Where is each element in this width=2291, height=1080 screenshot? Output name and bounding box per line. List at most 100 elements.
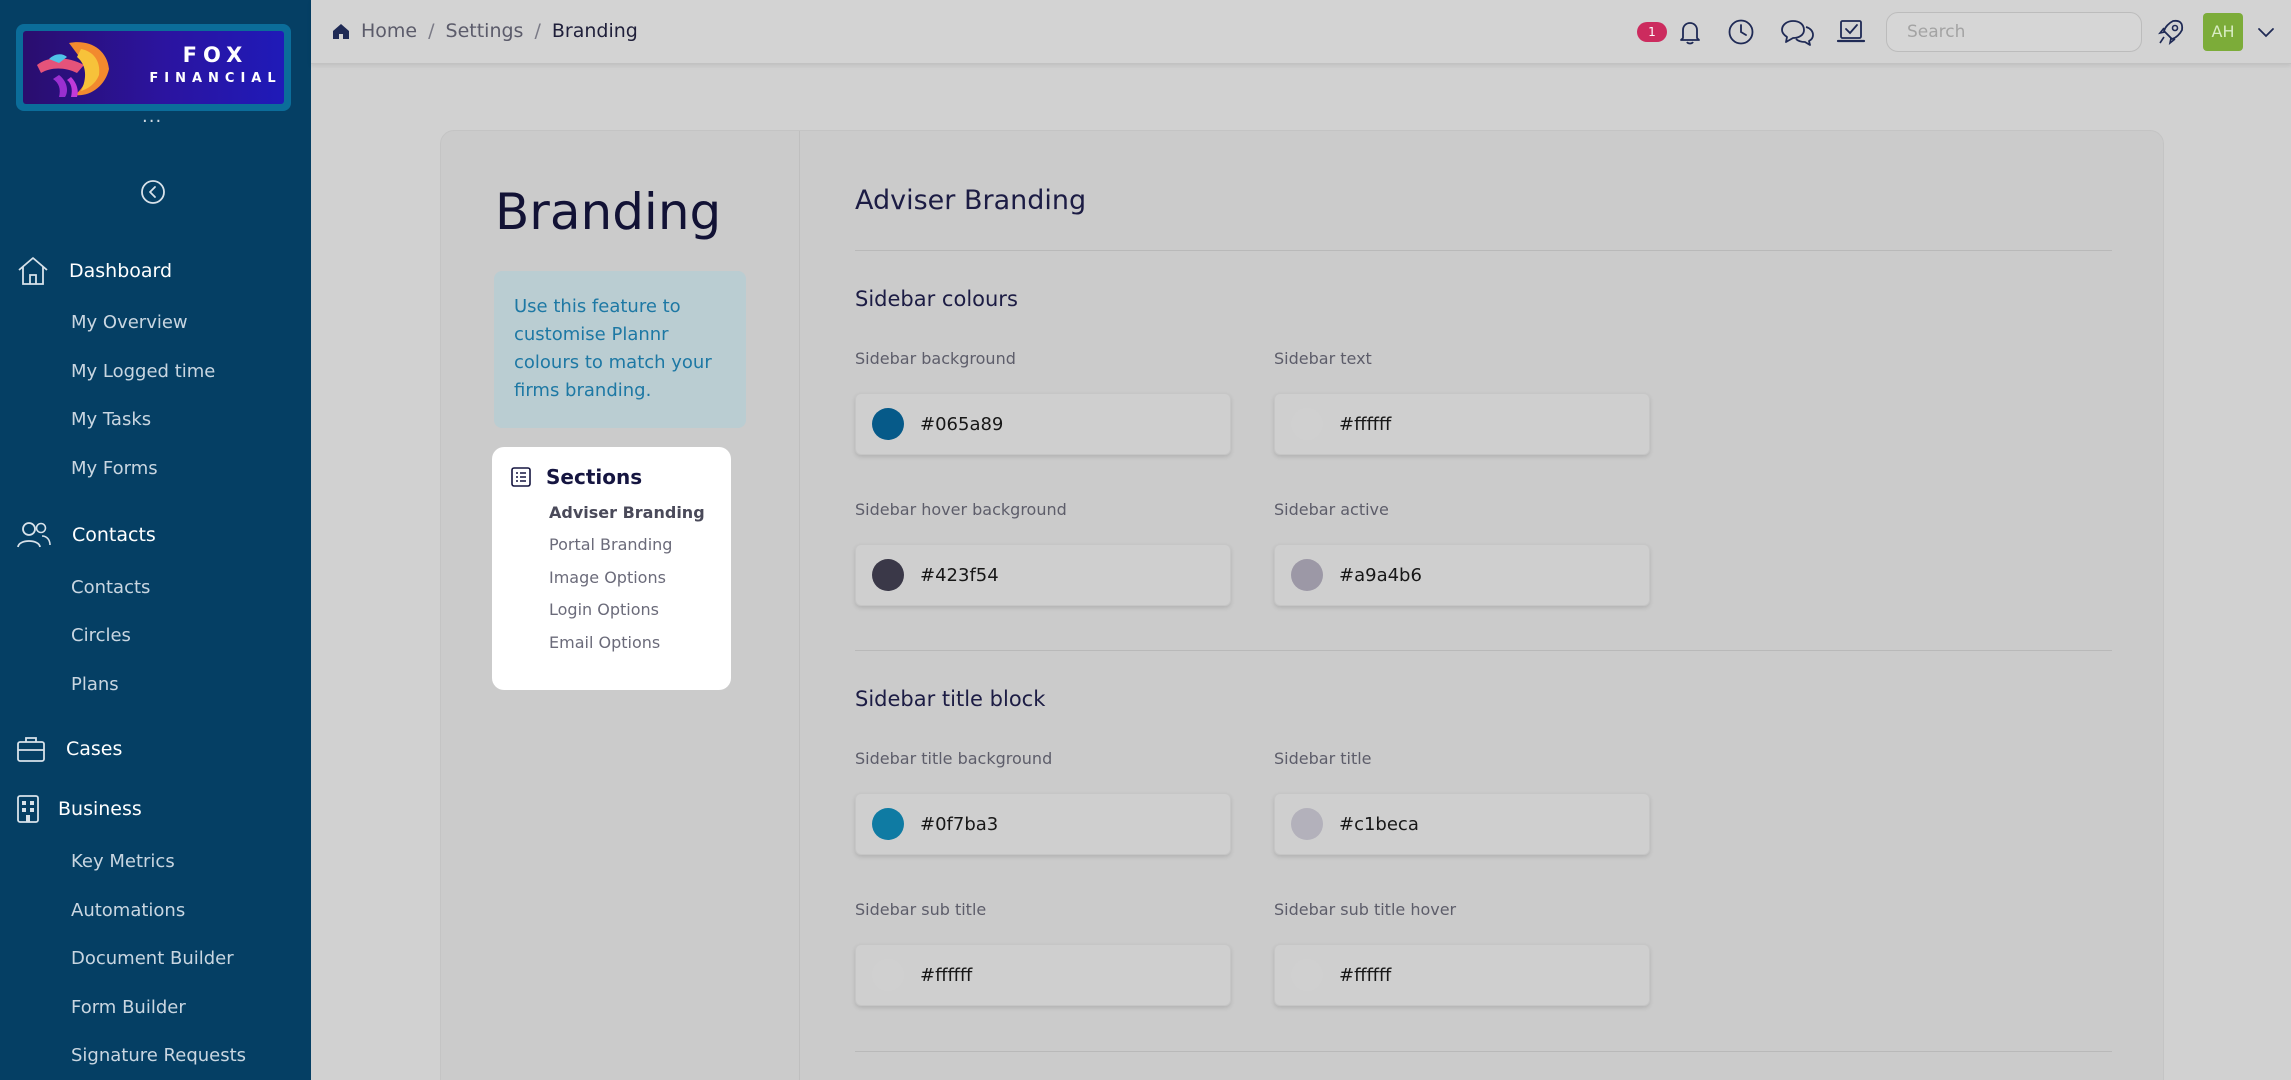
sidebar-sub-title-field[interactable]: #ffffff: [855, 944, 1231, 1006]
topbar: Home / Settings / Branding 1 AH: [311, 0, 2291, 64]
sidebar-item-my-overview[interactable]: My Overview: [71, 312, 188, 333]
sections-title: Sections: [546, 465, 643, 489]
list-icon: [511, 467, 531, 487]
sidebar-title-field[interactable]: #c1beca: [1274, 793, 1650, 855]
breadcrumb-current: Branding: [551, 20, 638, 42]
color-swatch[interactable]: [1291, 408, 1323, 440]
sections-nav: Sections Adviser Branding Portal Brandin…: [492, 447, 731, 690]
sidebar-title-background-field[interactable]: #0f7ba3: [855, 793, 1231, 855]
page-title: Branding: [495, 183, 722, 241]
contacts-icon: [17, 522, 51, 548]
color-value: #0f7ba3: [920, 813, 999, 835]
field-label: Sidebar sub title: [855, 900, 987, 919]
logo-line2: FINANCIAL: [149, 71, 282, 86]
clock-icon[interactable]: [1726, 17, 1756, 47]
fox-logo-icon: [37, 42, 109, 97]
sidebar-item-plans[interactable]: Plans: [71, 674, 119, 695]
sidebar-item-my-forms[interactable]: My Forms: [71, 458, 158, 479]
sidebar-item-signature-requests[interactable]: Signature Requests: [71, 1045, 246, 1066]
color-value: #423f54: [920, 564, 999, 586]
sidebar-item-my-logged-time[interactable]: My Logged time: [71, 361, 215, 382]
sidebar-active-field[interactable]: #a9a4b6: [1274, 544, 1650, 606]
sidebar-background-field[interactable]: #065a89: [855, 393, 1231, 455]
logo-image: FOX FINANCIAL: [23, 31, 284, 104]
sidebar-item-contacts[interactable]: Contacts: [71, 577, 150, 598]
sidebar-item-my-tasks[interactable]: My Tasks: [71, 409, 151, 430]
avatar[interactable]: AH: [2203, 13, 2243, 51]
section-link-adviser-branding[interactable]: Adviser Branding: [549, 503, 705, 522]
sidebar-item-circles[interactable]: Circles: [71, 625, 131, 646]
field-label: Sidebar title: [1274, 749, 1372, 768]
group-title-sidebar-colours: Sidebar colours: [855, 287, 1018, 311]
breadcrumb-separator: /: [428, 20, 435, 42]
sidebar-item-key-metrics[interactable]: Key Metrics: [71, 851, 175, 872]
color-value: #ffffff: [1339, 964, 1392, 986]
search-input[interactable]: [1886, 12, 2142, 52]
column-divider: [799, 131, 800, 1080]
chat-icon[interactable]: [1779, 17, 1815, 47]
breadcrumb-home[interactable]: Home: [361, 20, 417, 42]
color-value: #a9a4b6: [1339, 564, 1422, 586]
breadcrumb-separator: /: [534, 20, 541, 42]
collapse-icon[interactable]: [139, 178, 167, 206]
home-icon[interactable]: [331, 21, 351, 41]
sidebar-item-automations[interactable]: Automations: [71, 900, 185, 921]
notification-badge: 1: [1637, 22, 1667, 42]
info-callout: Use this feature to customise Plannr col…: [494, 271, 746, 428]
section-link-login-options[interactable]: Login Options: [549, 600, 659, 619]
sidebar-text-field[interactable]: #ffffff: [1274, 393, 1650, 455]
sidebar-sub-title-hover-field[interactable]: #ffffff: [1274, 944, 1650, 1006]
sidebar-section-cases[interactable]: Cases: [16, 734, 122, 764]
sections-header: Sections: [510, 465, 713, 489]
color-value: #065a89: [920, 413, 1004, 435]
sidebar-hover-background-field[interactable]: #423f54: [855, 544, 1231, 606]
breadcrumb: Home / Settings / Branding: [331, 20, 638, 42]
color-swatch[interactable]: [872, 959, 904, 991]
bell-icon[interactable]: [1675, 17, 1705, 47]
divider: [855, 250, 2112, 251]
section-link-email-options[interactable]: Email Options: [549, 633, 660, 652]
color-swatch[interactable]: [1291, 808, 1323, 840]
section-link-portal-branding[interactable]: Portal Branding: [549, 535, 672, 554]
field-label: Sidebar active: [1274, 500, 1389, 519]
group-title-sidebar-title-block: Sidebar title block: [855, 687, 1046, 711]
business-icon: [17, 795, 39, 823]
sidebar-section-label: Dashboard: [69, 260, 173, 282]
home-icon: [18, 257, 48, 285]
color-value: #c1beca: [1339, 813, 1419, 835]
field-label: Sidebar sub title hover: [1274, 900, 1457, 919]
more-menu[interactable]: ...: [142, 106, 162, 127]
sidebar-section-label: Business: [58, 798, 142, 820]
section-title: Adviser Branding: [855, 185, 1087, 216]
sidebar-section-dashboard[interactable]: Dashboard: [16, 255, 172, 287]
branding-card: Branding Use this feature to customise P…: [440, 130, 2164, 1080]
sidebar-section-business[interactable]: Business: [16, 794, 142, 824]
sidebar-section-contacts[interactable]: Contacts: [16, 519, 156, 551]
sidebar-section-label: Cases: [66, 738, 123, 760]
field-label: Sidebar hover background: [855, 500, 1067, 519]
tasks-icon[interactable]: [1836, 17, 1866, 47]
logo-line1: FOX: [182, 43, 249, 67]
divider: [855, 1051, 2112, 1052]
color-value: #ffffff: [920, 964, 973, 986]
color-swatch[interactable]: [872, 408, 904, 440]
brand-logo[interactable]: FOX FINANCIAL: [16, 24, 291, 111]
rocket-icon[interactable]: [2156, 17, 2186, 47]
color-swatch[interactable]: [1291, 959, 1323, 991]
cases-icon: [17, 737, 45, 762]
color-value: #ffffff: [1339, 413, 1392, 435]
field-label: Sidebar text: [1274, 349, 1372, 368]
sidebar-item-document-builder[interactable]: Document Builder: [71, 948, 234, 969]
breadcrumb-settings[interactable]: Settings: [446, 20, 524, 42]
chevron-down-icon[interactable]: [2256, 22, 2276, 42]
color-swatch[interactable]: [872, 559, 904, 591]
sidebar-section-label: Contacts: [72, 524, 156, 546]
field-label: Sidebar title background: [855, 749, 1053, 768]
sidebar-item-form-builder[interactable]: Form Builder: [71, 997, 186, 1018]
section-link-image-options[interactable]: Image Options: [549, 568, 666, 587]
field-label: Sidebar background: [855, 349, 1016, 368]
sidebar: FOX FINANCIAL ... Dashboard My Overview …: [0, 0, 311, 1080]
divider: [855, 650, 2112, 651]
color-swatch[interactable]: [872, 808, 904, 840]
color-swatch[interactable]: [1291, 559, 1323, 591]
